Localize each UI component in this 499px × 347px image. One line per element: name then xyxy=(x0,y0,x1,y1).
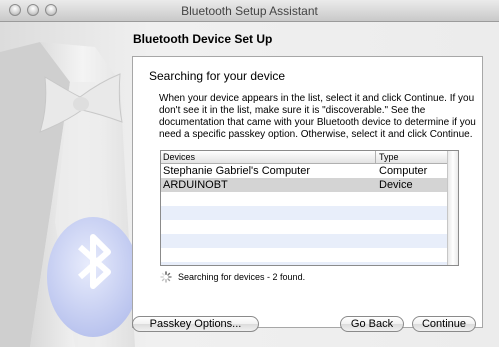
setup-panel: Searching for your device When your devi… xyxy=(132,56,483,328)
panel-description: When your device appears in the list, se… xyxy=(159,93,476,140)
continue-button[interactable]: Continue xyxy=(412,316,476,332)
spinner-icon xyxy=(160,271,172,283)
empty-table-row xyxy=(161,262,447,265)
page-heading: Bluetooth Device Set Up xyxy=(133,32,273,46)
empty-table-row xyxy=(161,248,447,262)
window-title: Bluetooth Setup Assistant xyxy=(181,4,318,18)
search-status: Searching for devices - 2 found. xyxy=(160,271,305,283)
empty-table-row xyxy=(161,192,447,206)
device-name-cell: ARDUINOBT xyxy=(163,179,228,191)
column-divider xyxy=(375,151,376,164)
empty-table-row xyxy=(161,220,447,234)
go-back-button[interactable]: Go Back xyxy=(340,316,404,332)
table-row[interactable]: Stephanie Gabriel's Computer Computer xyxy=(161,164,447,178)
devices-table[interactable]: Devices Type Stephanie Gabriel's Compute… xyxy=(160,150,459,266)
title-bar: Bluetooth Setup Assistant xyxy=(0,0,499,22)
passkey-options-button[interactable]: Passkey Options... xyxy=(132,316,259,332)
empty-table-row xyxy=(161,234,447,248)
table-header: Devices Type xyxy=(161,151,447,164)
panel-title: Searching for your device xyxy=(149,69,286,83)
empty-table-row xyxy=(161,206,447,220)
device-name-cell: Stephanie Gabriel's Computer xyxy=(163,165,311,177)
vertical-scrollbar[interactable] xyxy=(447,151,458,265)
column-header-devices[interactable]: Devices xyxy=(163,152,195,162)
status-text: Searching for devices - 2 found. xyxy=(178,272,306,282)
device-type-cell: Computer xyxy=(379,165,428,177)
column-header-type[interactable]: Type xyxy=(379,152,399,162)
table-rows: Stephanie Gabriel's Computer Computer ARDU… xyxy=(161,164,447,265)
window-content: Bluetooth Device Set Up Searching for yo… xyxy=(0,22,499,347)
device-type-cell: Device xyxy=(379,179,413,191)
table-row[interactable]: ARDUINOBT Device xyxy=(161,178,447,192)
tuxedo-bluetooth-illustration xyxy=(0,42,135,347)
